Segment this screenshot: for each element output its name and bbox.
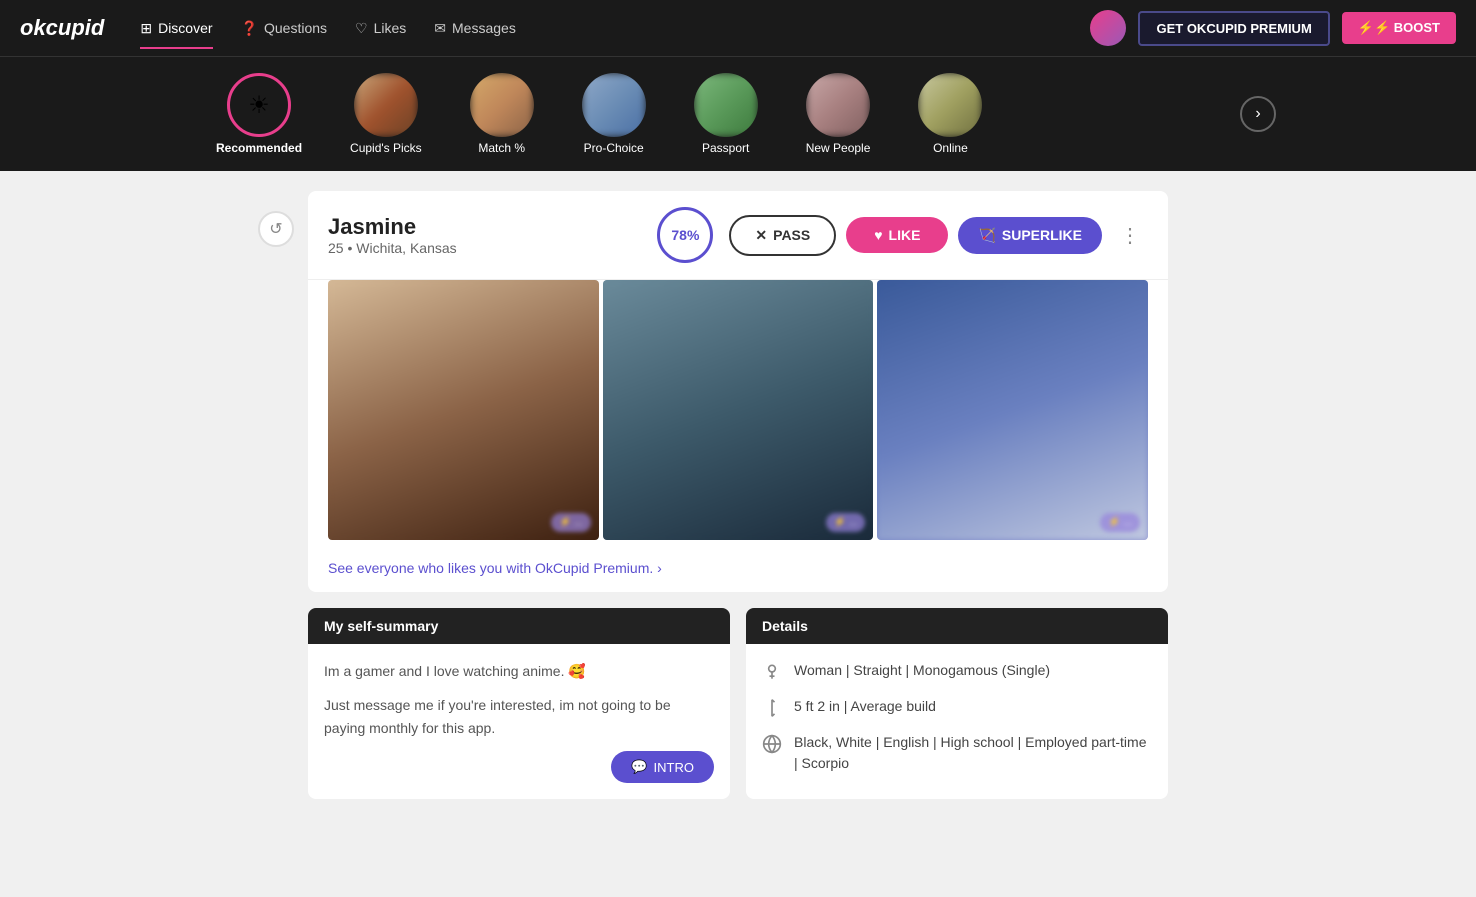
recommended-icon: ☀ (248, 91, 270, 120)
intro-btn-row: 💬 INTRO (324, 739, 714, 783)
premium-link[interactable]: See everyone who likes you with OkCupid … (308, 552, 1168, 592)
recommended-thumb: ☀ (227, 73, 291, 137)
pro-choice-thumb (582, 73, 646, 137)
height-text: 5 ft 2 in | Average build (794, 696, 936, 717)
new-people-label: New People (806, 141, 871, 155)
pro-choice-label: Pro-Choice (584, 141, 644, 155)
profile-name: Jasmine (328, 214, 641, 240)
superlike-button[interactable]: 🏹 SUPERLIKE (958, 217, 1102, 254)
cupids-picks-thumb (354, 73, 418, 137)
details-list: Woman | Straight | Monogamous (Single) 5… (762, 660, 1152, 774)
self-summary-body: Im a gamer and I love watching anime. 🥰 … (308, 644, 730, 799)
photo-3[interactable]: ⚡ ... (877, 280, 1148, 540)
intro-button[interactable]: 💬 INTRO (611, 751, 714, 783)
gender-icon (762, 662, 782, 682)
likes-icon: ♡ (355, 20, 368, 37)
chat-icon: 💬 (631, 759, 647, 775)
nav-right: GET OKCUPID PREMIUM ⚡ ⚡ BOOST (1090, 10, 1456, 46)
details-body: Woman | Straight | Monogamous (Single) 5… (746, 644, 1168, 790)
passport-thumb (694, 73, 758, 137)
self-summary-header: My self-summary (308, 608, 730, 644)
main-content: ↺ Jasmine 25 • Wichita, Kansas 78% ✕ PAS… (288, 171, 1188, 819)
category-passport[interactable]: Passport (678, 65, 774, 163)
bio-line-2: Just message me if you're interested, im… (324, 694, 714, 739)
details-section: Details Woman | Straight | Monogamous (S… (746, 608, 1168, 799)
cupids-picks-label: Cupid's Picks (350, 141, 422, 155)
boost-icon: ⚡ (1358, 20, 1374, 36)
height-icon (762, 698, 782, 718)
user-avatar[interactable] (1090, 10, 1126, 46)
background-text: Black, White | English | High school | E… (794, 732, 1152, 774)
self-summary-section: My self-summary Im a gamer and I love wa… (308, 608, 730, 799)
online-thumb (918, 73, 982, 137)
new-people-thumb (806, 73, 870, 137)
match-percentage-circle: 78% (657, 207, 713, 263)
category-match[interactable]: Match % (454, 65, 550, 163)
detail-background: Black, White | English | High school | E… (762, 732, 1152, 774)
profile-sections: My self-summary Im a gamer and I love wa… (308, 608, 1168, 799)
details-header: Details (746, 608, 1168, 644)
profile-header: Jasmine 25 • Wichita, Kansas 78% ✕ PASS … (308, 191, 1168, 280)
category-bar: ☀ Recommended Cupid's Picks Match % Pro-… (0, 56, 1476, 171)
match-label: Match % (478, 141, 525, 155)
match-thumb (470, 73, 534, 137)
nav-discover[interactable]: ⊞ Discover (128, 12, 224, 45)
category-new-people[interactable]: New People (790, 65, 887, 163)
nav-questions[interactable]: ❓ Questions (229, 12, 339, 45)
photo-2[interactable]: ⚡ ... (603, 280, 874, 540)
nav-messages[interactable]: ✉ Messages (422, 12, 528, 45)
nav-items: ⊞ Discover ❓ Questions ♡ Likes ✉ Message… (128, 12, 1066, 45)
category-recommended[interactable]: ☀ Recommended (200, 65, 318, 163)
heart-icon: ♥ (874, 227, 882, 243)
photo-1-badge: ⚡ ... (551, 513, 591, 532)
more-options-button[interactable]: ⋮ (1112, 219, 1148, 252)
profile-name-section: Jasmine 25 • Wichita, Kansas (328, 214, 641, 256)
like-button[interactable]: ♥ LIKE (846, 217, 948, 253)
top-nav: okcupid ⊞ Discover ❓ Questions ♡ Likes ✉… (0, 0, 1476, 56)
undo-icon: ↺ (269, 219, 282, 239)
questions-icon: ❓ (241, 20, 258, 37)
recommended-label: Recommended (216, 141, 302, 155)
category-online[interactable]: Online (902, 65, 998, 163)
gender-text: Woman | Straight | Monogamous (Single) (794, 660, 1050, 681)
profile-card: ↺ Jasmine 25 • Wichita, Kansas 78% ✕ PAS… (308, 191, 1168, 592)
category-pro-choice[interactable]: Pro-Choice (566, 65, 662, 163)
passport-label: Passport (702, 141, 749, 155)
photos-grid: ⚡ ... ⚡ ... ⚡ ... (308, 280, 1168, 552)
discover-icon: ⊞ (140, 20, 152, 37)
photo-3-badge: ⚡ ... (1100, 513, 1140, 532)
photo-2-badge: ⚡ ... (826, 513, 866, 532)
chevron-right-icon: › (1255, 105, 1260, 123)
messages-icon: ✉ (434, 20, 446, 37)
action-buttons: ✕ PASS ♥ LIKE 🏹 SUPERLIKE ⋮ (729, 215, 1148, 256)
online-label: Online (933, 141, 968, 155)
x-icon: ✕ (755, 227, 767, 244)
premium-button[interactable]: GET OKCUPID PREMIUM (1138, 11, 1329, 46)
detail-height: 5 ft 2 in | Average build (762, 696, 1152, 718)
pass-button[interactable]: ✕ PASS (729, 215, 836, 256)
bio-line-1: Im a gamer and I love watching anime. 🥰 (324, 660, 714, 682)
category-cupids-picks[interactable]: Cupid's Picks (334, 65, 438, 163)
photo-1[interactable]: ⚡ ... (328, 280, 599, 540)
superlike-icon: 🏹 (978, 227, 995, 244)
nav-likes[interactable]: ♡ Likes (343, 12, 418, 45)
detail-gender: Woman | Straight | Monogamous (Single) (762, 660, 1152, 682)
app-logo: okcupid (20, 15, 104, 41)
boost-button[interactable]: ⚡ ⚡ BOOST (1342, 12, 1456, 44)
profile-age-location: 25 • Wichita, Kansas (328, 240, 641, 256)
undo-button[interactable]: ↺ (258, 211, 294, 247)
category-next-button[interactable]: › (1240, 96, 1276, 132)
globe-icon (762, 734, 782, 754)
